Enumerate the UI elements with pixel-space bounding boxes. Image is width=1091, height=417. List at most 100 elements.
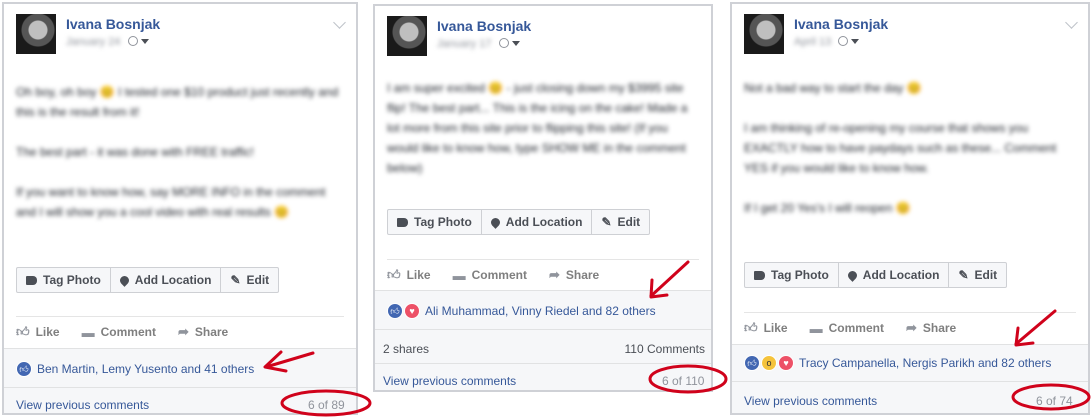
like-button[interactable]: 👍︎ Like: [744, 320, 788, 336]
tag-photo-button[interactable]: Tag Photo: [745, 263, 839, 287]
tag-photo-button[interactable]: Tag Photo: [17, 268, 111, 292]
photo-toolbar: Tag Photo Add Location ✎ Edit: [744, 262, 1008, 288]
comment-icon: ▬: [81, 324, 95, 340]
photo-toolbar: Tag Photo Add Location ✎ Edit: [16, 267, 280, 293]
action-bar: 👍︎ Like ▬ Comment ➦ Share: [16, 316, 344, 347]
post-paragraph: Not a bad way to start the day 😊: [744, 81, 922, 95]
thumbs-up-icon: 👍︎: [744, 320, 758, 335]
share-button[interactable]: ➦ Share: [906, 320, 956, 336]
photo-toolbar: Tag Photo Add Location ✎ Edit: [387, 209, 651, 235]
location-pin-icon: [488, 215, 502, 229]
location-pin-icon: [117, 273, 131, 287]
thumbs-up-icon: 👍︎: [16, 324, 30, 339]
comment-icon: ▬: [452, 267, 466, 283]
comment-button[interactable]: ▬ Comment: [82, 325, 156, 340]
post-paragraph: The best part - it was done with FREE tr…: [16, 145, 254, 159]
edit-button[interactable]: ✎ Edit: [221, 268, 278, 292]
avatar[interactable]: [16, 14, 56, 54]
chevron-down-icon[interactable]: [511, 41, 520, 46]
comment-icon: ▬: [809, 320, 823, 336]
post-paragraph: If you want to know how, say MORE INFO i…: [16, 185, 326, 219]
post-body: Oh boy, oh boy 😊 I tested one $10 produc…: [16, 82, 344, 222]
edit-button[interactable]: ✎ Edit: [592, 210, 649, 234]
post-options-chevron-icon[interactable]: [333, 16, 346, 29]
add-location-button[interactable]: Add Location: [839, 263, 950, 287]
share-arrow-icon: ➦: [177, 324, 189, 339]
view-previous-comments-link[interactable]: View previous comments: [383, 374, 516, 388]
post-meta: January 17: [437, 38, 520, 50]
post-header: Ivana Bosnjak January 24: [16, 14, 346, 62]
feedback-area: 👍︎ ♥ Ali Muhammad, Vinny Riedel and 82 ot…: [375, 290, 711, 390]
reactions-summary[interactable]: 👍︎ Ben Martin, Lemy Yusento and 41 other…: [16, 358, 254, 380]
tag-photo-button[interactable]: Tag Photo: [388, 210, 482, 234]
post-body: Not a bad way to start the day 😊 I am th…: [744, 78, 1068, 218]
comments-count[interactable]: 110 Comments: [625, 342, 705, 356]
divider: [732, 381, 1088, 382]
share-arrow-icon: ➦: [905, 320, 917, 335]
chevron-down-icon[interactable]: [851, 39, 860, 44]
post-header: Ivana Bosnjak January 17: [387, 16, 701, 64]
post-card-2: Ivana Bosnjak January 17 I am super exci…: [373, 4, 713, 392]
thumbs-up-icon: 👍︎: [387, 267, 401, 282]
tag-icon: [754, 270, 765, 280]
post-date[interactable]: January 17: [437, 38, 491, 50]
like-reaction-icon: 👍︎: [16, 361, 32, 377]
comment-button[interactable]: ▬ Comment: [453, 268, 527, 283]
post-header: Ivana Bosnjak April 13: [744, 14, 1078, 62]
post-date[interactable]: April 13: [794, 36, 831, 48]
share-button[interactable]: ➦ Share: [178, 324, 228, 340]
post-paragraph: If I get 20 Yes's I will reopen 😊: [744, 201, 911, 215]
post-card-1: Ivana Bosnjak January 24 Oh boy, oh boy …: [2, 2, 358, 415]
love-reaction-icon: ♥: [404, 303, 420, 319]
view-previous-comments-link[interactable]: View previous comments: [16, 398, 149, 412]
post-paragraph: I am super excited 😊 - just closing down…: [387, 81, 688, 175]
like-reaction-icon: 👍︎: [744, 355, 760, 371]
divider: [375, 329, 711, 330]
shares-count[interactable]: 2 shares: [383, 342, 429, 356]
post-options-chevron-icon[interactable]: [1065, 16, 1078, 29]
feedback-area: 👍︎ Ben Martin, Lemy Yusento and 41 other…: [4, 348, 356, 413]
wow-reaction-icon: o: [761, 355, 777, 371]
pencil-icon: ✎: [958, 268, 969, 282]
post-paragraph: I am thinking of re-opening my course th…: [744, 121, 1057, 175]
post-body: I am super excited 😊 - just closing down…: [387, 78, 693, 178]
like-button[interactable]: 👍︎ Like: [387, 267, 431, 283]
reactions-summary[interactable]: 👍︎ ♥ Ali Muhammad, Vinny Riedel and 82 ot…: [387, 300, 656, 322]
comment-counter: 6 of 74: [1036, 394, 1073, 408]
globe-icon[interactable]: [838, 36, 849, 46]
globe-icon[interactable]: [127, 36, 138, 46]
add-location-button[interactable]: Add Location: [482, 210, 593, 234]
action-bar: 👍︎ Like ▬ Comment ➦ Share: [387, 259, 699, 290]
tag-icon: [26, 275, 37, 285]
comment-counter: 6 of 89: [308, 398, 345, 412]
divider: [4, 387, 356, 388]
avatar[interactable]: [744, 14, 784, 54]
share-button[interactable]: ➦ Share: [549, 267, 599, 283]
author-name[interactable]: Ivana Bosnjak: [66, 16, 160, 32]
pencil-icon: ✎: [230, 273, 241, 287]
add-location-button[interactable]: Add Location: [111, 268, 222, 292]
location-pin-icon: [845, 268, 859, 282]
view-previous-comments-link[interactable]: View previous comments: [744, 394, 877, 408]
edit-button[interactable]: ✎ Edit: [949, 263, 1006, 287]
love-reaction-icon: ♥: [778, 355, 794, 371]
globe-icon[interactable]: [498, 38, 509, 48]
comment-button[interactable]: ▬ Comment: [810, 321, 884, 336]
reactions-summary[interactable]: 👍︎ o ♥ Tracy Campanella, Nergis Parikh and…: [744, 352, 1051, 374]
author-name[interactable]: Ivana Bosnjak: [794, 16, 888, 32]
avatar[interactable]: [387, 16, 427, 56]
chevron-down-icon[interactable]: [140, 39, 149, 44]
author-name[interactable]: Ivana Bosnjak: [437, 18, 531, 34]
post-paragraph: Oh boy, oh boy 😊 I tested one $10 produc…: [16, 85, 339, 119]
like-reaction-icon: 👍︎: [387, 303, 403, 319]
pencil-icon: ✎: [601, 215, 612, 229]
tag-icon: [397, 217, 408, 227]
feedback-area: 👍︎ o ♥ Tracy Campanella, Nergis Parikh and…: [732, 344, 1088, 413]
post-date[interactable]: January 24: [66, 36, 120, 48]
share-arrow-icon: ➦: [548, 267, 560, 282]
post-meta: April 13: [794, 36, 860, 48]
comment-counter: 6 of 110: [662, 374, 705, 388]
action-bar: 👍︎ Like ▬ Comment ➦ Share: [744, 312, 1076, 343]
like-button[interactable]: 👍︎ Like: [16, 324, 60, 340]
post-card-3: Ivana Bosnjak April 13 Not a bad way to …: [730, 2, 1090, 415]
